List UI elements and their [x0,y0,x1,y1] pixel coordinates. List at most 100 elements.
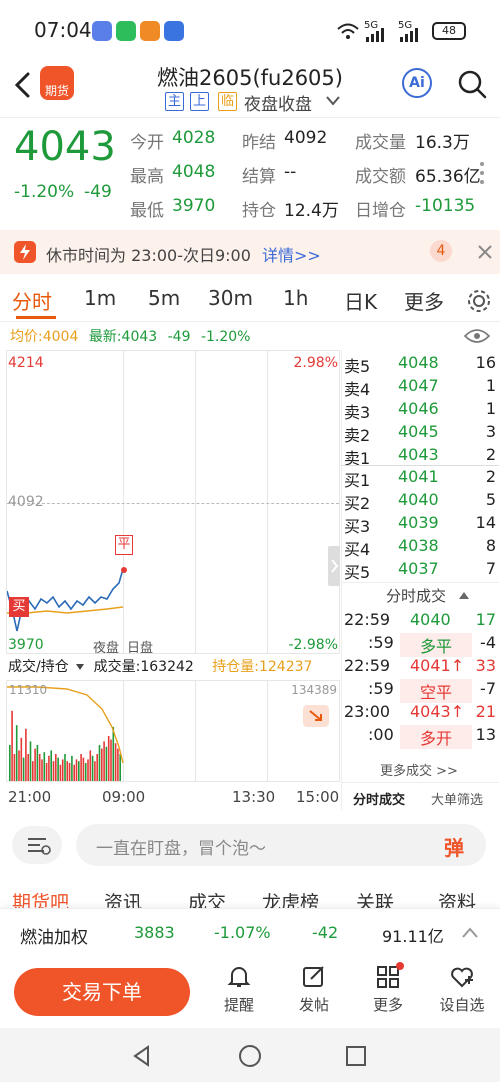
volume-bars-svg [7,686,124,781]
tab-daily-k[interactable]: 日K [344,286,377,315]
bid-row[interactable]: 买1 4041 2 [344,467,500,490]
volume-bar [94,761,96,781]
post-button[interactable]: 发帖 [284,964,344,1015]
tab-intraday-trades[interactable]: 分时成交 [353,789,405,808]
eye-icon[interactable] [464,328,490,344]
wechat-icon [116,21,136,41]
quote-field-value: 4048 [172,162,216,182]
level-price: 4048 [398,353,439,372]
quote-field-label: 结算 [242,167,276,187]
add-watchlist-button[interactable]: 设自选 [432,964,492,1015]
bid-row[interactable]: 买2 4040 5 [344,490,500,513]
chevron-down-icon[interactable] [326,96,340,106]
comment-input[interactable]: 一直在盯盘，冒个泡～ 弹 [76,824,486,866]
tab-more[interactable]: 更多 [404,286,444,315]
weighted-index-row[interactable]: 燃油加权 3883 -1.07% -42 91.11亿 [0,908,500,956]
volume-bar [27,754,29,781]
tab-1h[interactable]: 1h [283,286,308,310]
add-watchlist-label: 设自选 [439,996,485,1014]
trades-title[interactable]: 分时成交 [386,585,446,606]
bid-row[interactable]: 买5 4037 7 [344,559,500,582]
volume-bar [34,748,36,781]
notice-badge[interactable]: 4 [430,240,452,262]
y-axis-bottom: 3970 [8,637,44,653]
tab-intraday[interactable]: 分时 [12,286,52,315]
quote-field-value: -- [284,162,297,182]
trade-qty: 21 [475,702,496,721]
level-qty: 5 [485,490,496,509]
volume-bar [82,757,85,781]
ask-row[interactable]: 卖3 4046 1 [344,399,500,422]
bottom-action-bar: 交易下单 提醒 发帖 更多 设自选 [0,956,500,1028]
volume-bar [101,748,103,781]
volume-bar [66,761,69,781]
trade-second: :00 [368,725,394,744]
volume-value: 成交量:163242 [93,659,194,675]
dropdown-triangle-icon[interactable] [75,663,85,671]
volume-bar [50,750,52,781]
trade-price: 4040 [410,610,451,629]
ai-assistant-icon[interactable]: Ai [402,68,432,98]
volume-bar [22,757,25,781]
tab-30m[interactable]: 30m [208,286,253,310]
level-label: 买4 [344,540,371,559]
volume-chart[interactable]: 11310 134389 [6,680,340,782]
status-time: 07:04 [34,18,92,42]
nav-home-icon[interactable] [238,1044,262,1068]
latest-label: 最新: [88,329,122,345]
latest-change: -49 [167,329,191,345]
level-label: 买2 [344,494,371,513]
collapse-arrow-icon[interactable] [303,705,329,727]
tab-1m[interactable]: 1m [84,286,116,310]
trade-detail-row: :59 多平 -4 [344,633,500,657]
bid-row[interactable]: 买3 4039 14 [344,513,500,536]
level-label: 卖5 [344,357,371,376]
lightning-icon [14,241,36,263]
nav-back-icon[interactable] [130,1044,154,1068]
chevron-up-icon[interactable] [462,927,478,939]
level-price: 4046 [398,399,439,418]
level-qty: 16 [475,353,496,372]
trade-second: :59 [368,679,394,698]
heart-plus-icon [451,967,473,988]
nav-recents-icon[interactable] [344,1044,368,1068]
trade-row: 23:00 4043↑ 21 [344,702,500,724]
ask-row[interactable]: 卖4 4047 1 [344,376,500,399]
bid-row[interactable]: 买4 4038 8 [344,536,500,559]
volume-bar [75,759,78,781]
triangle-up-icon[interactable] [458,590,470,600]
ask-row[interactable]: 卖2 4045 3 [344,422,500,445]
volume-bar [20,737,23,781]
volume-bar [32,761,34,781]
latest-percent: -1.20% [200,329,251,345]
volume-bar [71,755,73,781]
notice-detail-link[interactable]: 详情>> [262,242,321,266]
danmaku-send-button[interactable]: 弹 [444,832,464,861]
trade-order-button[interactable]: 交易下单 [14,968,190,1016]
danmaku-toggle-icon[interactable] [12,826,62,864]
latest-price: 4043 [121,329,158,345]
tab-big-orders[interactable]: 大单筛选 [431,789,483,808]
ask-row[interactable]: 卖5 4048 16 [344,353,500,376]
more-dots-icon[interactable] [478,160,486,186]
quote-field-label: 最低 [130,201,164,221]
settings-gear-icon[interactable] [466,288,492,314]
more-trades-link[interactable]: 更多成交 >> [380,760,458,779]
volume-selector[interactable]: 成交/持仓 [8,659,69,675]
index-change: -42 [312,923,339,942]
y-axis-top: 4214 [8,355,44,371]
avg-price: 均价:4004 [10,329,79,345]
alert-button[interactable]: 提醒 [209,964,269,1015]
tab-5m[interactable]: 5m [148,286,180,310]
day-session-label: 日盘 [127,641,154,656]
intraday-chart[interactable]: 平 买 4214 4092 3970 2.98% -2.98% 夜盘 日盘 [6,350,340,656]
pct-axis-top: 2.98% [293,355,338,371]
volume-bar [107,736,110,781]
volume-bar [48,755,50,781]
search-icon[interactable] [456,68,488,100]
trade-price: 4041↑ [410,656,464,675]
expand-handle[interactable] [328,546,340,586]
y-axis-mid: 4092 [8,494,44,510]
close-icon[interactable] [476,243,494,261]
more-button[interactable]: 更多 [358,962,418,1015]
